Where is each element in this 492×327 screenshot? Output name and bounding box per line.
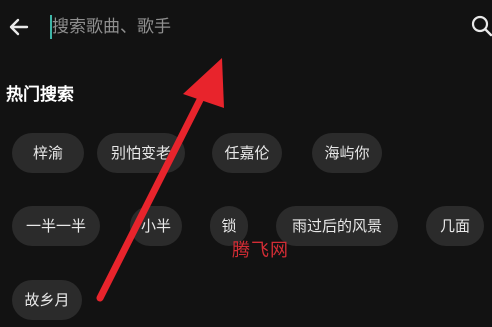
hot-search-chip[interactable]: 故乡月 [12, 280, 82, 320]
search-input[interactable] [52, 12, 452, 42]
hot-search-chip[interactable]: 雨过后的风景 [276, 206, 398, 246]
search-bar [0, 0, 492, 56]
search-icon[interactable] [470, 14, 492, 38]
hot-search-title: 热门搜索 [6, 85, 74, 105]
hot-search-chip[interactable]: 小半 [130, 206, 182, 246]
hot-search-chip[interactable]: 别怕变老 [97, 133, 185, 173]
hot-search-chip[interactable]: 海屿你 [312, 133, 382, 173]
back-arrow-icon[interactable] [6, 14, 32, 40]
hot-search-chip[interactable]: 任嘉伦 [212, 133, 282, 173]
hot-search-chip[interactable]: 几面 [426, 206, 484, 246]
watermark: 腾飞网 [232, 240, 289, 261]
hot-search-chip[interactable]: 梓渝 [12, 133, 84, 173]
hot-search-chip[interactable]: 一半一半 [12, 206, 100, 246]
